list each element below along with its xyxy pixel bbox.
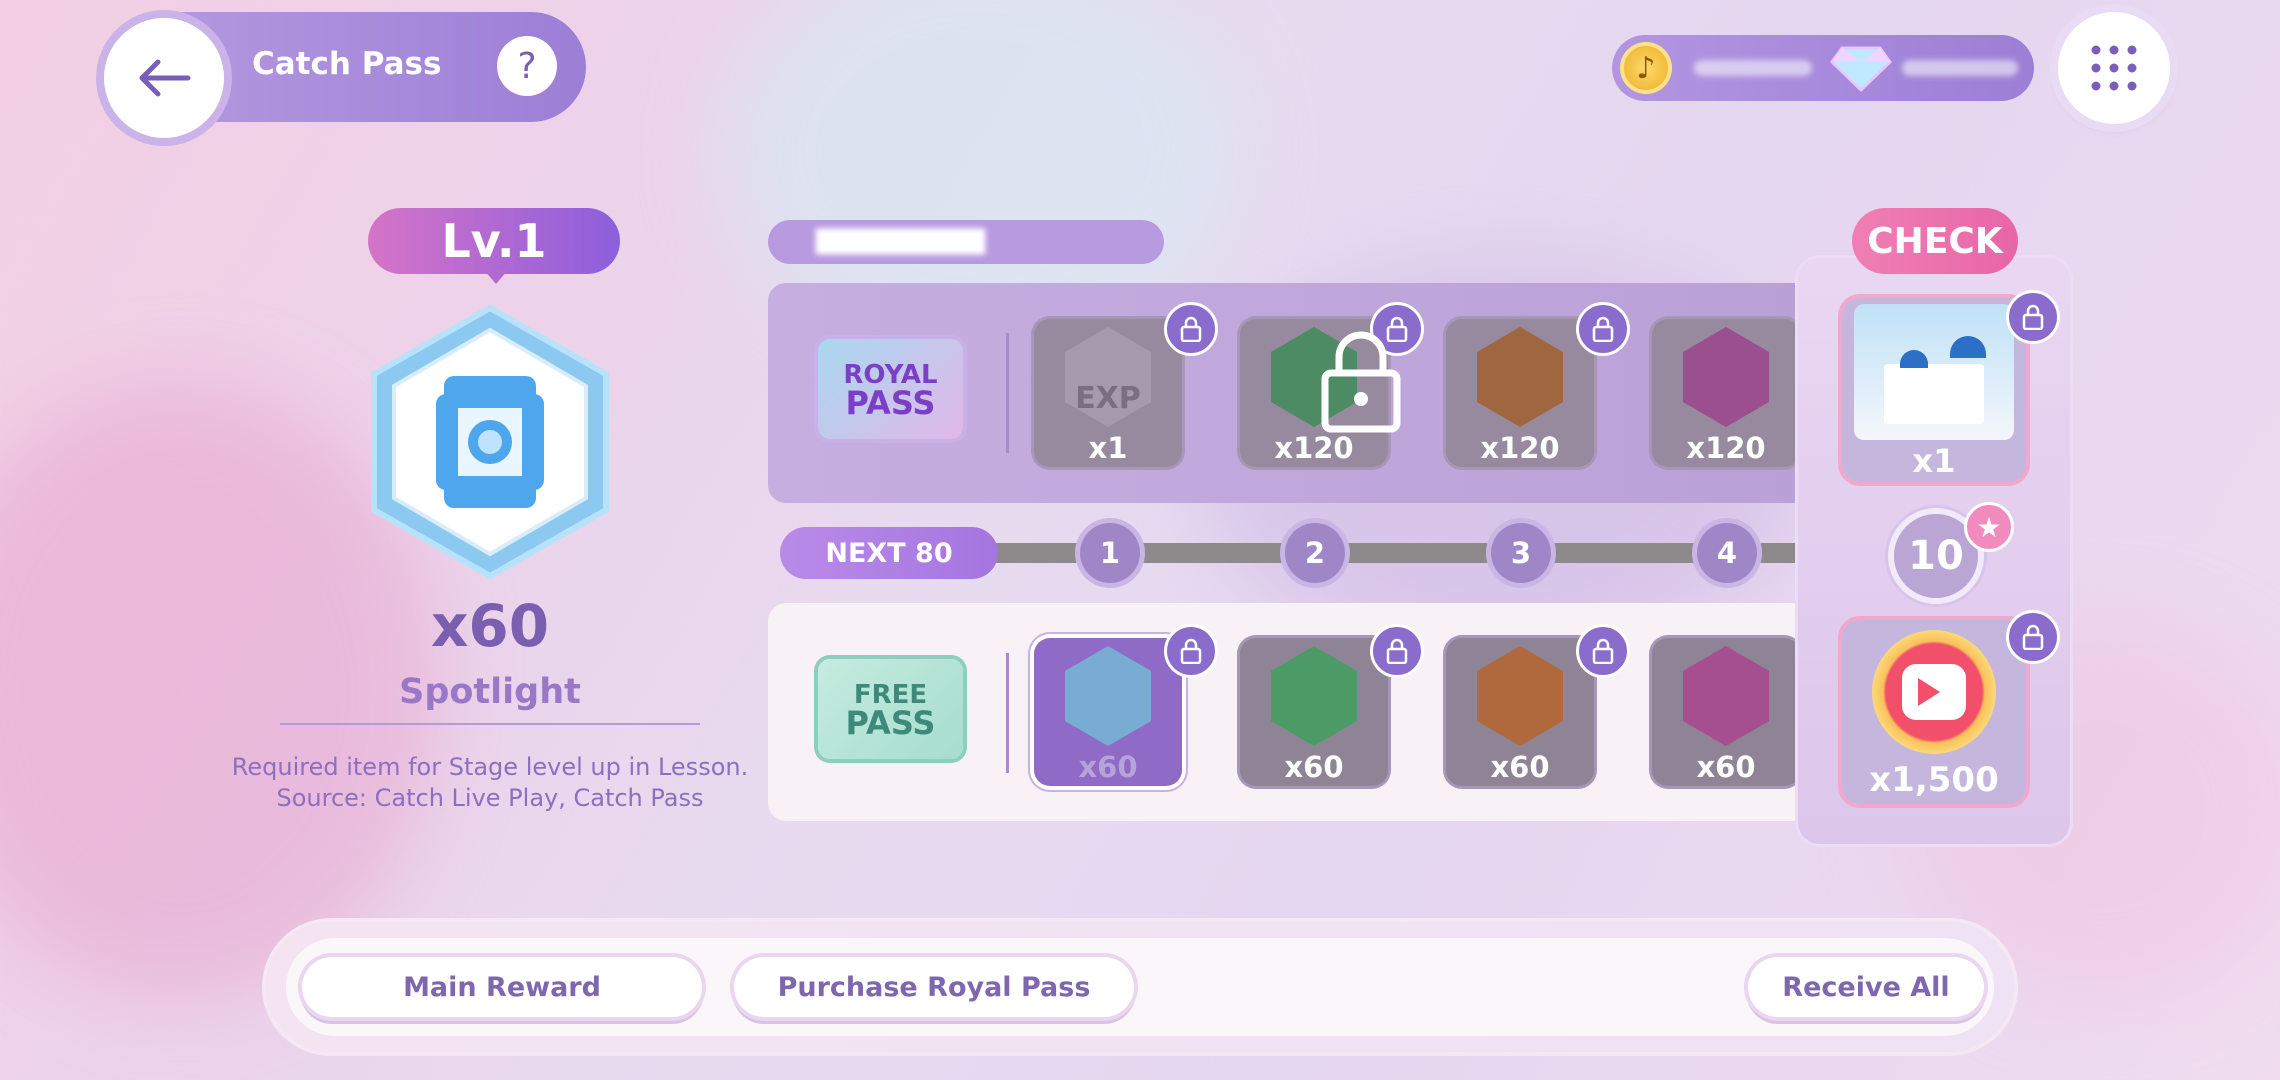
speaker-icon bbox=[1477, 327, 1563, 427]
lock-icon bbox=[1576, 624, 1630, 678]
santorini-card-image bbox=[1854, 304, 2014, 440]
item-name: Spotlight bbox=[399, 672, 581, 712]
coin-amount bbox=[1694, 60, 1812, 76]
level-node: 3 bbox=[1491, 523, 1551, 583]
reward-cell[interactable]: x120 bbox=[1652, 319, 1800, 467]
spotlight-icon bbox=[1065, 646, 1151, 746]
free-pass-ticket: FREE PASS bbox=[818, 659, 963, 759]
purchase-royal-pass-button[interactable]: Purchase Royal Pass bbox=[734, 957, 1134, 1017]
reward-cell[interactable]: x60 bbox=[1446, 638, 1594, 786]
lock-icon bbox=[1576, 302, 1630, 356]
star-icon: ★ bbox=[1964, 502, 2014, 552]
ticket-label-bottom: PASS bbox=[845, 384, 936, 422]
milestone-reward-card[interactable]: x1,500 bbox=[1842, 620, 2026, 804]
page-title: Catch Pass bbox=[252, 46, 442, 82]
camera-icon bbox=[1683, 327, 1769, 427]
item-count: x60 bbox=[430, 592, 550, 660]
reward-cell[interactable]: EXP x1 bbox=[1034, 319, 1182, 467]
diamond-icon bbox=[1830, 46, 1892, 92]
main-reward-button[interactable]: Main Reward bbox=[302, 957, 702, 1017]
milestone-reward-card[interactable]: x1 bbox=[1842, 298, 2026, 482]
speaker-icon bbox=[1477, 646, 1563, 746]
ticket-label-bottom: PASS bbox=[845, 704, 936, 742]
reward-cell[interactable]: x120 bbox=[1446, 319, 1594, 467]
season-timer: ██████████ bbox=[768, 220, 1164, 264]
music-note-coin-icon: ♪ bbox=[1620, 42, 1672, 94]
free-pass-row: FREE PASS x60 x60 x60 x60 bbox=[768, 603, 1808, 821]
reward-qty: x60 bbox=[1284, 750, 1344, 784]
arrow-left-icon bbox=[139, 59, 191, 97]
lock-icon bbox=[2006, 610, 2060, 664]
exp-label: EXP bbox=[1075, 381, 1141, 416]
level-badge-tail bbox=[484, 270, 508, 284]
big-padlock-icon bbox=[1321, 331, 1401, 433]
reward-qty: x60 bbox=[1490, 750, 1550, 784]
check-button[interactable]: CHECK bbox=[1852, 208, 2018, 274]
reward-cell[interactable]: x60 bbox=[1034, 638, 1182, 786]
reward-qty: x1 bbox=[1912, 442, 1956, 480]
level-badge: Lv.1 bbox=[368, 208, 620, 274]
item-description: Required item for Stage level up in Less… bbox=[220, 752, 760, 814]
microphone-icon bbox=[1271, 646, 1357, 746]
lock-icon bbox=[1164, 302, 1218, 356]
reward-qty: x120 bbox=[1274, 431, 1354, 465]
timer-text-redacted: ██████████ bbox=[816, 230, 986, 255]
reward-qty: x1 bbox=[1088, 431, 1128, 465]
menu-button[interactable] bbox=[2058, 12, 2170, 124]
reward-qty: x1,500 bbox=[1869, 760, 1999, 800]
grid-menu-icon bbox=[2091, 45, 2137, 91]
divider bbox=[1006, 333, 1009, 453]
receive-all-button[interactable]: Receive All bbox=[1748, 957, 1984, 1017]
lock-icon bbox=[2006, 290, 2060, 344]
video-camera-icon bbox=[1872, 630, 1996, 754]
gem-amount bbox=[1902, 60, 2018, 76]
reward-qty: x120 bbox=[1480, 431, 1560, 465]
reward-cell[interactable]: x60 bbox=[1240, 638, 1388, 786]
camera-icon bbox=[1683, 646, 1769, 746]
reward-cell[interactable]: x60 bbox=[1652, 638, 1800, 786]
divider bbox=[280, 723, 700, 725]
royal-pass-row: ROYAL PASS EXP x1 x120 x120 x120 bbox=[768, 283, 1808, 503]
reward-qty: x60 bbox=[1696, 750, 1756, 784]
lock-icon bbox=[1164, 624, 1218, 678]
description-line: Required item for Stage level up in Less… bbox=[231, 753, 749, 781]
milestone-panel: x1 10 ★ x1,500 bbox=[1798, 258, 2070, 844]
level-node: 4 bbox=[1697, 523, 1757, 583]
help-button[interactable]: ? bbox=[497, 36, 557, 96]
description-line: Source: Catch Live Play, Catch Pass bbox=[276, 784, 704, 812]
royal-pass-ticket: ROYAL PASS bbox=[818, 339, 963, 439]
level-node: 1 bbox=[1080, 523, 1140, 583]
spotlight-large-icon bbox=[371, 304, 609, 580]
lock-icon bbox=[1370, 624, 1424, 678]
level-node: 2 bbox=[1285, 523, 1345, 583]
back-button[interactable] bbox=[104, 18, 224, 138]
reward-qty: x120 bbox=[1686, 431, 1766, 465]
currency-bar: ♪ bbox=[1612, 35, 2034, 101]
next-level-pill: NEXT 80 bbox=[780, 527, 998, 579]
reward-qty: x60 bbox=[1078, 750, 1138, 784]
divider bbox=[1006, 653, 1009, 773]
